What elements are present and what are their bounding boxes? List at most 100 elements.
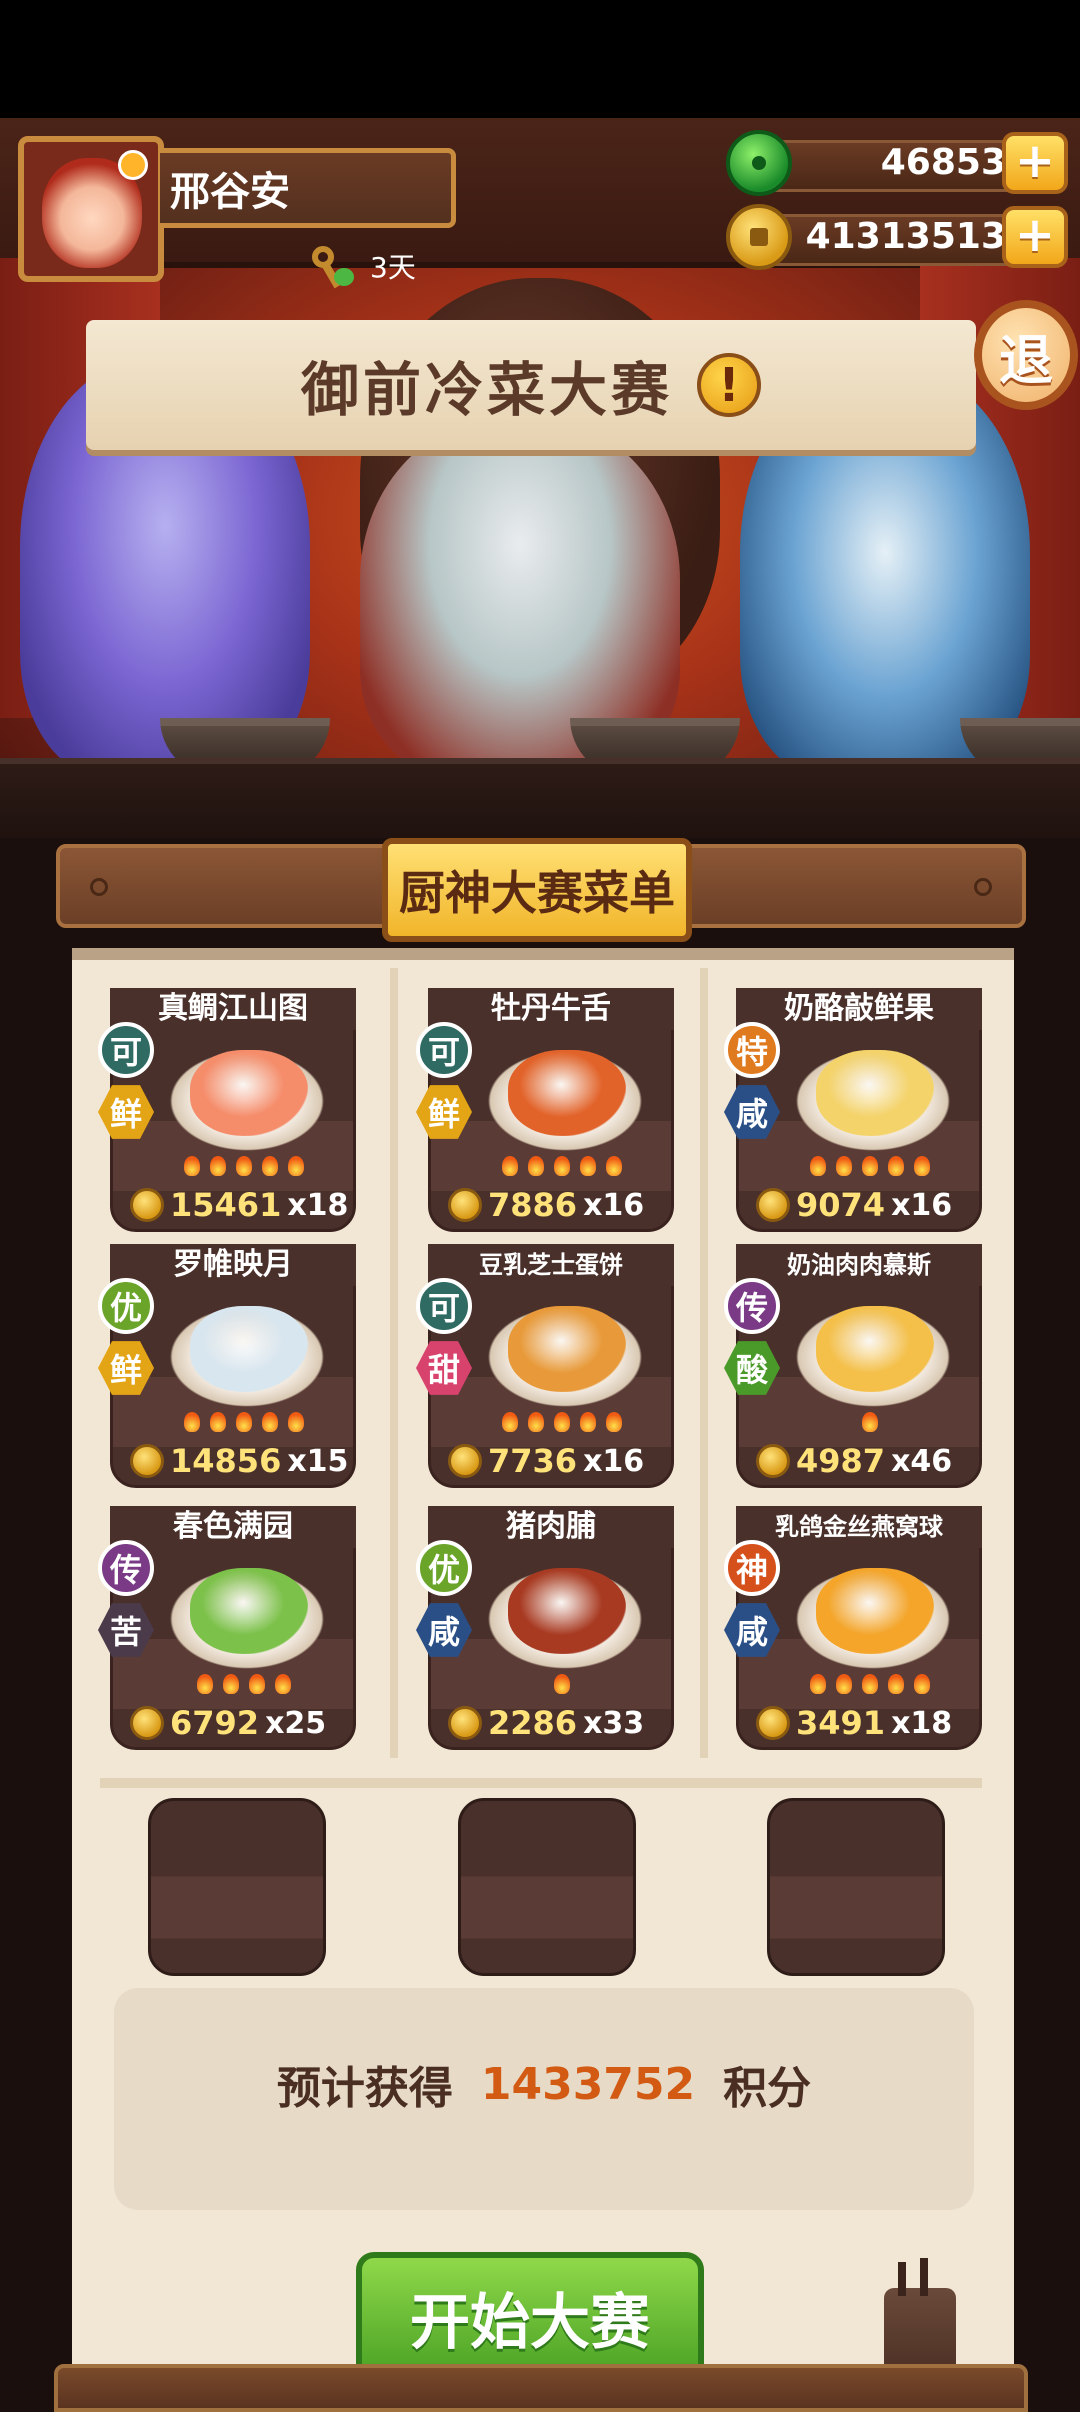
flame-icon (236, 1156, 252, 1176)
dish-card[interactable]: 罗帷映月 优 鲜 14856 x15 (98, 1244, 356, 1488)
menu-panel: 厨神大赛菜单 真鲷江山图 可 鲜 15461 x18 牡丹牛舌 可 鲜 7886… (0, 838, 1080, 2412)
heat-flames (154, 1156, 334, 1178)
flame-icon (862, 1412, 878, 1432)
dish-rank-badge: 可 (416, 1278, 472, 1334)
dish-card[interactable]: 奶酪敲鲜果 特 咸 9074 x16 (724, 988, 982, 1232)
flame-icon (249, 1674, 265, 1694)
gold-coin-icon (448, 1188, 482, 1222)
flame-icon (288, 1156, 304, 1176)
gold-coin-icon (130, 1444, 164, 1478)
gold-coin-icon (448, 1444, 482, 1478)
flame-icon (810, 1674, 826, 1694)
heat-flames (780, 1412, 960, 1434)
add-jade-button[interactable]: + (1002, 132, 1068, 194)
dish-quantity: x16 (583, 1187, 645, 1223)
dish-price-value: 7886 (488, 1186, 578, 1224)
heat-flames (780, 1674, 960, 1696)
info-alert-icon[interactable]: ! (697, 353, 761, 417)
dish-quantity: x18 (287, 1187, 349, 1223)
dish-rank-badge: 传 (98, 1540, 154, 1596)
dish-quantity: x33 (583, 1705, 645, 1741)
gold-coin-icon (448, 1706, 482, 1740)
dish-food-image (508, 1568, 626, 1654)
avatar[interactable] (18, 136, 164, 282)
flame-icon (223, 1674, 239, 1694)
dish-card[interactable]: 乳鸽金丝燕窝球 神 咸 3491 x18 (724, 1506, 982, 1750)
flame-icon (862, 1156, 878, 1176)
player-name-plate: 邢谷安 (160, 148, 456, 228)
dish-quantity: x18 (891, 1705, 953, 1741)
estimate-label: 预计获得 (276, 2063, 453, 2114)
empty-dish-slot[interactable] (767, 1798, 945, 1976)
gold-coin-icon (756, 1706, 790, 1740)
gold-currency: 41313513 + (726, 204, 1068, 270)
days-indicator: 3天 (310, 242, 416, 290)
stage-counter (0, 758, 1080, 838)
flame-icon (236, 1412, 252, 1432)
dish-card[interactable]: 春色满园 传 苦 6792 x25 (98, 1506, 356, 1750)
dish-food-image (190, 1050, 308, 1136)
flame-icon (580, 1156, 596, 1176)
flame-icon (262, 1156, 278, 1176)
gold-coin-icon (130, 1188, 164, 1222)
dish-price: 3491 x18 (756, 1704, 952, 1742)
flame-icon (836, 1674, 852, 1694)
dish-rank-badge: 可 (416, 1022, 472, 1078)
flame-icon (262, 1412, 278, 1432)
gold-coin-icon (130, 1706, 164, 1740)
dish-name: 春色满园 (110, 1506, 356, 1548)
menu-title-tab: 厨神大赛菜单 (382, 838, 692, 942)
flame-icon (275, 1674, 291, 1694)
dish-card[interactable]: 奶油肉肉慕斯 传 酸 4987 x46 (724, 1244, 982, 1488)
estimate-unit: 积分 (723, 2063, 812, 2114)
flame-icon (288, 1412, 304, 1432)
dish-price: 2286 x33 (448, 1704, 644, 1742)
add-gold-button[interactable]: + (1002, 206, 1068, 268)
exit-button[interactable]: 退 (974, 300, 1078, 410)
dish-card[interactable]: 豆乳芝士蛋饼 可 甜 7736 x16 (416, 1244, 674, 1488)
dish-food-image (190, 1568, 308, 1654)
dish-price-value: 2286 (488, 1704, 578, 1742)
dish-name: 豆乳芝士蛋饼 (428, 1244, 674, 1286)
jade-currency: 46853 + (726, 130, 1068, 196)
flame-icon (836, 1156, 852, 1176)
jade-amount: 46853 (880, 142, 1006, 183)
dish-card[interactable]: 牡丹牛舌 可 鲜 7886 x16 (416, 988, 674, 1232)
dish-food-image (190, 1306, 308, 1392)
dish-rank-badge: 神 (724, 1540, 780, 1596)
menu-title: 厨神大赛菜单 (399, 866, 675, 920)
player-name: 邢谷安 (170, 169, 290, 215)
dish-name: 奶酪敲鲜果 (736, 988, 982, 1030)
key-icon (310, 242, 358, 290)
flame-icon (554, 1674, 570, 1694)
contest-title: 御前冷菜大赛 (300, 356, 673, 424)
dish-price: 4987 x46 (756, 1442, 952, 1480)
estimate-value: 1433752 (480, 2058, 696, 2110)
flame-icon (502, 1156, 518, 1176)
dish-price-value: 14856 (170, 1442, 282, 1480)
flame-icon (184, 1156, 200, 1176)
dish-quantity: x15 (287, 1443, 349, 1479)
empty-dish-slot[interactable] (458, 1798, 636, 1976)
dish-name: 乳鸽金丝燕窝球 (736, 1506, 982, 1548)
flame-icon (810, 1156, 826, 1176)
dish-price: 6792 x25 (130, 1704, 326, 1742)
dish-rank-badge: 可 (98, 1022, 154, 1078)
flame-icon (184, 1412, 200, 1432)
days-label: 3天 (370, 251, 416, 284)
flame-icon (197, 1674, 213, 1694)
flame-icon (554, 1156, 570, 1176)
flame-icon (914, 1156, 930, 1176)
start-contest-button[interactable]: 开始大赛 (356, 2252, 704, 2382)
gold-coin-icon (726, 204, 792, 270)
heat-flames (154, 1674, 334, 1696)
dish-price: 7736 x16 (448, 1442, 644, 1480)
dish-name: 罗帷映月 (110, 1244, 356, 1286)
empty-dish-slot[interactable] (148, 1798, 326, 1976)
dish-card[interactable]: 真鲷江山图 可 鲜 15461 x18 (98, 988, 356, 1232)
dish-card[interactable]: 猪肉脯 优 咸 2286 x33 (416, 1506, 674, 1750)
dish-rank-badge: 优 (98, 1278, 154, 1334)
estimated-score: 预计获得 1433752 积分 (114, 1988, 974, 2210)
jade-icon (726, 130, 792, 196)
dish-quantity: x46 (891, 1443, 953, 1479)
